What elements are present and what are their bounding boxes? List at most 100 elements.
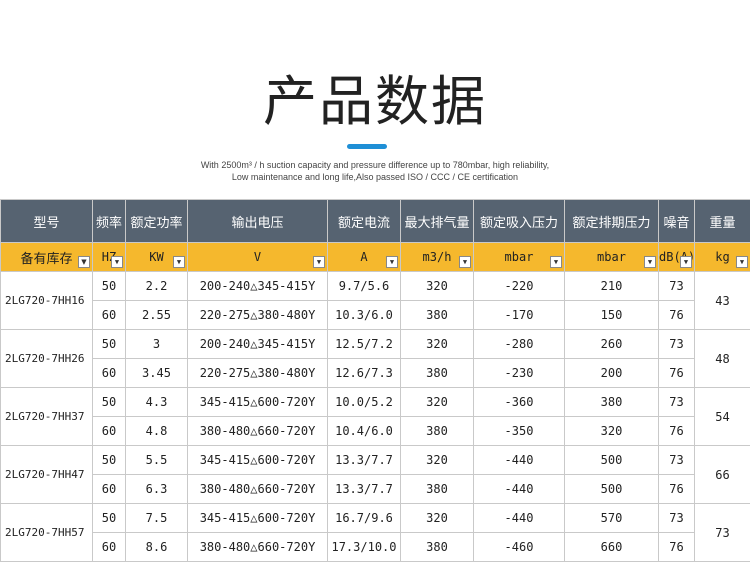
voltage-cell: 380-480△660-720Y	[188, 533, 328, 562]
discharge-pressure-cell: 260	[565, 330, 659, 359]
model-cell: 2LG720-7HH57	[1, 504, 93, 562]
unit-label: A	[360, 250, 367, 264]
voltage-cell: 380-480△660-720Y	[188, 475, 328, 504]
filter-dropdown-icon[interactable]: ▼	[111, 256, 123, 268]
power-cell: 4.8	[126, 417, 188, 446]
frequency-cell: 50	[93, 388, 126, 417]
table-row: 60 3.45 220-275△380-480Y 12.6/7.3 380 -2…	[1, 359, 750, 388]
suction-pressure-cell: -280	[474, 330, 565, 359]
suction-pressure-cell: -350	[474, 417, 565, 446]
unit-cell-max-displacement: m3/h ▼	[401, 243, 474, 272]
column-header-noise: 噪音	[659, 200, 695, 243]
unit-label: m3/h	[423, 250, 452, 264]
filter-dropdown-icon[interactable]: ▼	[550, 256, 562, 268]
current-cell: 13.3/7.7	[328, 475, 401, 504]
discharge-pressure-cell: 500	[565, 475, 659, 504]
noise-cell: 73	[659, 272, 695, 301]
filter-dropdown-icon[interactable]: ▼	[173, 256, 185, 268]
filter-dropdown-icon[interactable]: ▼	[313, 256, 325, 268]
current-cell: 12.6/7.3	[328, 359, 401, 388]
suction-pressure-cell: -170	[474, 301, 565, 330]
suction-pressure-cell: -440	[474, 446, 565, 475]
table-row: 2LG720-7HH26 50 3 200-240△345-415Y 12.5/…	[1, 330, 750, 359]
weight-cell: 48	[695, 330, 750, 388]
table-row: 2LG720-7HH37 50 4.3 345-415△600-720Y 10.…	[1, 388, 750, 417]
current-cell: 10.3/6.0	[328, 301, 401, 330]
current-cell: 12.5/7.2	[328, 330, 401, 359]
voltage-cell: 220-275△380-480Y	[188, 301, 328, 330]
current-cell: 9.7/5.6	[328, 272, 401, 301]
table-row: 60 4.8 380-480△660-720Y 10.4/6.0 380 -35…	[1, 417, 750, 446]
displacement-cell: 380	[401, 301, 474, 330]
filter-dropdown-icon[interactable]: ▼	[459, 256, 471, 268]
column-header-max-displacement: 最大排气量	[401, 200, 474, 243]
table-row: 2LG720-7HH16 50 2.2 200-240△345-415Y 9.7…	[1, 272, 750, 301]
filter-dropdown-icon[interactable]: ▼	[644, 256, 656, 268]
suction-pressure-cell: -440	[474, 475, 565, 504]
frequency-cell: 50	[93, 504, 126, 533]
unit-label: kg	[715, 250, 729, 264]
displacement-cell: 320	[401, 446, 474, 475]
unit-cell-noise: dB(A)▼	[659, 243, 695, 272]
power-cell: 2.55	[126, 301, 188, 330]
noise-cell: 73	[659, 446, 695, 475]
power-cell: 3	[126, 330, 188, 359]
unit-cell-frequency: HZ▼	[93, 243, 126, 272]
voltage-cell: 200-240△345-415Y	[188, 272, 328, 301]
discharge-pressure-cell: 500	[565, 446, 659, 475]
frequency-cell: 60	[93, 359, 126, 388]
unit-cell-output-voltage: V▼	[188, 243, 328, 272]
column-header-suction-pressure: 额定吸入压力	[474, 200, 565, 243]
filter-dropdown-icon[interactable]: ▼	[680, 256, 692, 268]
column-header-frequency: 频率	[93, 200, 126, 243]
unit-cell-rated-power: KW▼	[126, 243, 188, 272]
discharge-pressure-cell: 200	[565, 359, 659, 388]
power-cell: 2.2	[126, 272, 188, 301]
model-cell: 2LG720-7HH16	[1, 272, 93, 330]
power-cell: 4.3	[126, 388, 188, 417]
filter-dropdown-icon[interactable]: ▼	[78, 256, 90, 268]
unit-label: mbar	[597, 250, 626, 264]
suction-pressure-cell: -220	[474, 272, 565, 301]
filter-dropdown-icon[interactable]: ▼	[386, 256, 398, 268]
voltage-cell: 380-480△660-720Y	[188, 417, 328, 446]
unit-cell-model: 备有库存▼	[1, 243, 93, 272]
weight-cell: 54	[695, 388, 750, 446]
noise-cell: 76	[659, 301, 695, 330]
current-cell: 17.3/10.0	[328, 533, 401, 562]
power-cell: 7.5	[126, 504, 188, 533]
voltage-cell: 220-275△380-480Y	[188, 359, 328, 388]
voltage-cell: 200-240△345-415Y	[188, 330, 328, 359]
noise-cell: 73	[659, 504, 695, 533]
discharge-pressure-cell: 660	[565, 533, 659, 562]
unit-cell-weight: kg ▼	[695, 243, 750, 272]
noise-cell: 73	[659, 330, 695, 359]
subtitle-line-1: With 2500m³ / h suction capacity and pre…	[0, 160, 750, 170]
voltage-cell: 345-415△600-720Y	[188, 388, 328, 417]
discharge-pressure-cell: 570	[565, 504, 659, 533]
frequency-cell: 60	[93, 533, 126, 562]
column-header-discharge-pressure: 额定排期压力	[565, 200, 659, 243]
current-cell: 13.3/7.7	[328, 446, 401, 475]
filter-dropdown-icon[interactable]: ▼	[736, 256, 748, 268]
suction-pressure-cell: -440	[474, 504, 565, 533]
frequency-cell: 60	[93, 417, 126, 446]
discharge-pressure-cell: 380	[565, 388, 659, 417]
unit-cell-discharge-pressure: mbar ▼	[565, 243, 659, 272]
frequency-cell: 60	[93, 301, 126, 330]
displacement-cell: 380	[401, 359, 474, 388]
displacement-cell: 320	[401, 272, 474, 301]
model-cell: 2LG720-7HH37	[1, 388, 93, 446]
column-header-output-voltage: 输出电压	[188, 200, 328, 243]
discharge-pressure-cell: 320	[565, 417, 659, 446]
displacement-cell: 380	[401, 475, 474, 504]
product-data-table: 型号 频率 额定功率 输出电压 额定电流 最大排气量 额定吸入压力 额定排期压力…	[0, 199, 750, 562]
power-cell: 5.5	[126, 446, 188, 475]
model-cell: 2LG720-7HH47	[1, 446, 93, 504]
voltage-cell: 345-415△600-720Y	[188, 446, 328, 475]
current-cell: 16.7/9.6	[328, 504, 401, 533]
noise-cell: 76	[659, 475, 695, 504]
power-cell: 8.6	[126, 533, 188, 562]
frequency-cell: 50	[93, 272, 126, 301]
power-cell: 3.45	[126, 359, 188, 388]
